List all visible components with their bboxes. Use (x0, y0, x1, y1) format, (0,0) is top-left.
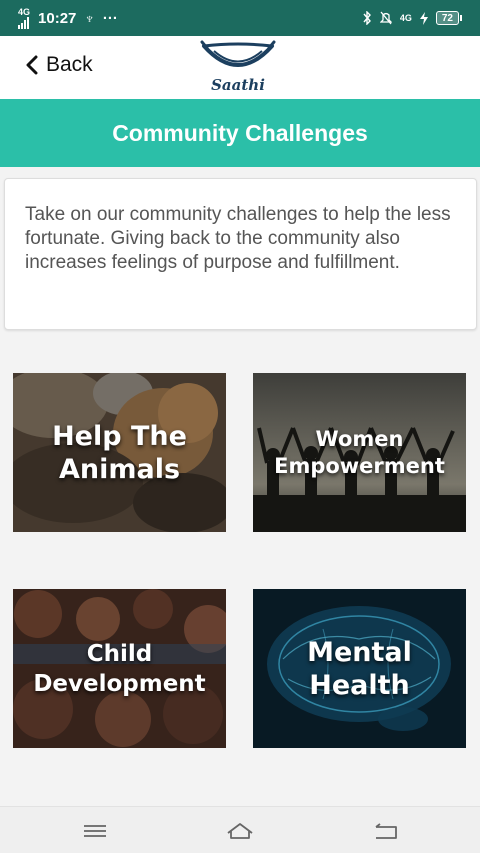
chevron-left-icon (26, 55, 38, 75)
intro-text: Take on our community challenges to help… (25, 204, 451, 273)
mute-icon (379, 11, 392, 25)
more-notifications-icon: ··· (102, 9, 118, 27)
title-bar: Community Challenges (0, 99, 480, 167)
challenge-label-line1: Women (315, 426, 404, 451)
intro-card: Take on our community challenges to help… (4, 178, 477, 330)
challenge-tile-mental-health[interactable]: Mental Health (253, 589, 466, 748)
challenge-label-line2: Health (309, 669, 410, 701)
saathi-logo: Saathi (200, 38, 276, 98)
back-button[interactable]: Back (24, 53, 93, 77)
battery-icon: 72 (435, 11, 462, 25)
challenge-label: Mental Health (307, 636, 412, 702)
challenge-label-line2: Animals (58, 453, 181, 485)
network-type: 4G (18, 6, 31, 17)
network-indicator: 4G (18, 6, 31, 29)
battery-level: 72 (435, 11, 459, 25)
charging-icon (419, 11, 428, 25)
logo-text: Saathi (211, 76, 265, 94)
challenge-tile-help-the-animals[interactable]: Help The Animals (13, 373, 226, 532)
challenge-label-line1: Mental (307, 636, 412, 668)
challenge-label-line2: Empowerment (274, 453, 445, 478)
app-header: Back Saathi (0, 36, 480, 99)
challenge-tile-child-development[interactable]: Child Development (13, 589, 226, 748)
challenge-label: Help The Animals (52, 420, 187, 486)
status-left: 4G 10:27 ♆ ··· (18, 6, 118, 29)
challenge-label: Child Development (33, 639, 205, 699)
usb-icon: ♆ (84, 10, 95, 26)
back-label: Back (46, 53, 93, 76)
challenge-label-line2: Development (33, 670, 206, 697)
clock: 10:27 (38, 9, 77, 27)
bluetooth-icon (363, 11, 371, 25)
challenge-label: Women Empowerment (274, 426, 445, 480)
page-title: Community Challenges (112, 119, 368, 146)
status-bar: 4G 10:27 ♆ ··· 4G 72 (0, 0, 480, 36)
home-icon[interactable] (226, 819, 254, 843)
system-nav-bar (0, 806, 480, 853)
status-right: 4G 72 (362, 11, 462, 25)
menu-icon[interactable] (81, 819, 109, 843)
challenge-label-line1: Child (86, 640, 153, 667)
challenge-label-line1: Help The (52, 420, 187, 452)
smile-logo-icon (200, 40, 276, 67)
challenge-tile-women-empowerment[interactable]: Women Empowerment (253, 373, 466, 532)
network-type-right: 4G (399, 12, 412, 23)
signal-icon (18, 16, 29, 29)
return-icon[interactable] (372, 819, 400, 843)
